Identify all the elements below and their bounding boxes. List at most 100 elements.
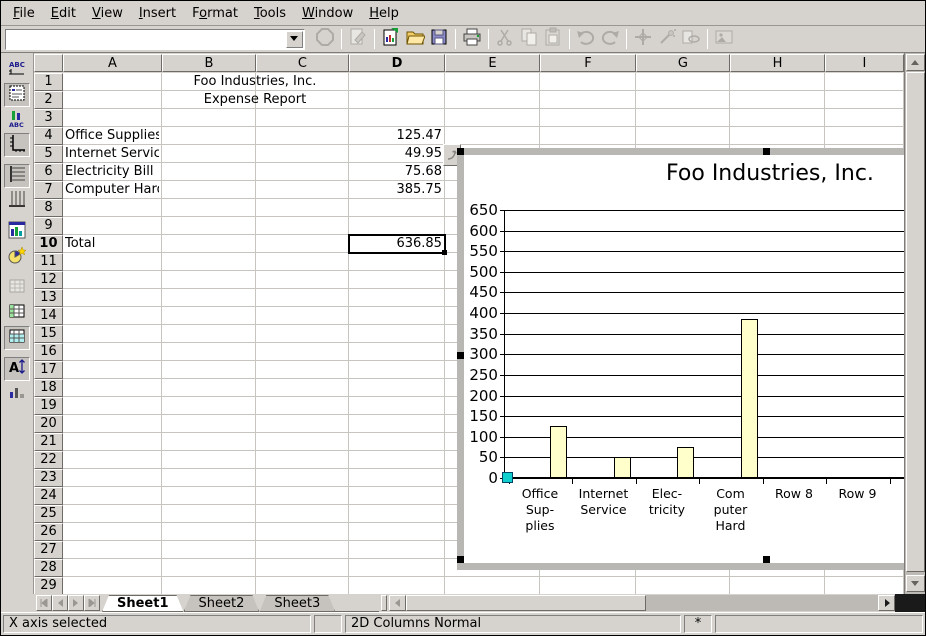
chart-y-axis[interactable]	[504, 210, 505, 478]
row-header-14[interactable]: 14	[34, 307, 63, 325]
chart-bar[interactable]	[614, 457, 631, 478]
spreadsheet-grid[interactable]: ABCDEFGHI1234567891011121314151617181920…	[34, 53, 904, 594]
print-button[interactable]	[460, 28, 484, 50]
row-header-10[interactable]: 10	[34, 235, 63, 253]
row-header-17[interactable]: 17	[34, 361, 63, 379]
horizontal-scroll-thumb[interactable]	[406, 595, 646, 611]
column-header-D[interactable]: D	[349, 54, 445, 72]
column-header-A[interactable]: A	[63, 54, 162, 72]
scroll-down-button[interactable]	[906, 575, 925, 592]
open-button[interactable]	[403, 28, 427, 50]
row-header-1[interactable]: 1	[34, 73, 63, 91]
chart-selection-handle-bottom-left[interactable]	[457, 556, 464, 563]
show-axes-button[interactable]	[4, 133, 30, 157]
row-header-15[interactable]: 15	[34, 325, 63, 343]
row-header-12[interactable]: 12	[34, 271, 63, 289]
column-header-B[interactable]: B	[162, 54, 256, 72]
menu-format[interactable]: Format	[184, 3, 246, 24]
last-sheet-button[interactable]	[84, 595, 100, 611]
chart-selection-handle-top-middle[interactable]	[763, 148, 770, 155]
data-in-columns-button[interactable]	[4, 326, 30, 350]
chart-object[interactable]: Foo Industries, Inc.05010015020025030035…	[457, 148, 904, 570]
previous-sheet-button[interactable]	[52, 595, 68, 611]
sheet-tab-sheet2[interactable]: Sheet2	[184, 595, 260, 612]
row-header-28[interactable]: 28	[34, 559, 63, 577]
menu-window[interactable]: Window	[294, 3, 361, 24]
chart-legend-button[interactable]	[4, 83, 30, 107]
row-header-4[interactable]: 4	[34, 127, 63, 145]
row-header-5[interactable]: 5	[34, 145, 63, 163]
combo-dropdown-button[interactable]	[286, 31, 303, 48]
active-cell-border[interactable]	[348, 234, 446, 254]
scroll-up-button[interactable]	[906, 54, 925, 71]
cell-A10: Total	[65, 235, 159, 253]
column-header-I[interactable]: I	[825, 54, 904, 72]
row-header-11[interactable]: 11	[34, 253, 63, 271]
chart-bar[interactable]	[550, 426, 567, 478]
data-in-rows-button[interactable]	[4, 301, 30, 325]
row-header-25[interactable]: 25	[34, 505, 63, 523]
chart-bar[interactable]	[741, 319, 758, 478]
menu-insert[interactable]: Insert	[131, 3, 184, 24]
row-header-13[interactable]: 13	[34, 289, 63, 307]
chart-type-button[interactable]	[4, 245, 30, 269]
horizontal-scrollbar[interactable]	[406, 595, 878, 611]
cell-fill-handle[interactable]	[442, 250, 447, 255]
row-header-22[interactable]: 22	[34, 451, 63, 469]
tab-splitter-handle[interactable]	[381, 595, 387, 611]
axes-title-button[interactable]: ABC	[4, 108, 30, 132]
chart-title[interactable]: Foo Industries, Inc.	[666, 161, 874, 186]
scale-text-button[interactable]: A	[4, 357, 30, 381]
row-header-9[interactable]: 9	[34, 217, 63, 235]
next-sheet-button[interactable]	[68, 595, 84, 611]
row-header-21[interactable]: 21	[34, 433, 63, 451]
chart-y-tick-label: 300	[462, 345, 498, 363]
chart-selection-handle-bottom-middle[interactable]	[763, 556, 770, 563]
menu-view[interactable]: View	[84, 3, 131, 24]
chart-selection-handle-top-left[interactable]	[457, 148, 464, 155]
select-all-corner[interactable]	[34, 54, 63, 72]
row-header-16[interactable]: 16	[34, 343, 63, 361]
menu-help[interactable]: Help	[361, 3, 407, 24]
chart-bar[interactable]	[677, 447, 694, 478]
column-header-E[interactable]: E	[445, 54, 540, 72]
new-document-button[interactable]	[379, 28, 403, 50]
row-header-29[interactable]: 29	[34, 577, 63, 594]
x-axis-selected-handle[interactable]	[502, 472, 513, 483]
save-button[interactable]	[427, 28, 451, 50]
first-sheet-button[interactable]	[36, 595, 52, 611]
menu-edit[interactable]: Edit	[43, 3, 84, 24]
column-header-H[interactable]: H	[730, 54, 825, 72]
vertical-grid-button[interactable]	[4, 189, 30, 213]
row-header-26[interactable]: 26	[34, 523, 63, 541]
vertical-scroll-thumb[interactable]	[906, 72, 925, 572]
chart-title-button[interactable]: ABC	[4, 58, 30, 82]
row-header-2[interactable]: 2	[34, 91, 63, 109]
column-header-F[interactable]: F	[540, 54, 636, 72]
chart-y-tick	[500, 437, 504, 438]
hscroll-left-button[interactable]	[389, 595, 406, 611]
column-header-G[interactable]: G	[636, 54, 730, 72]
menu-file[interactable]: File	[5, 3, 43, 24]
load-url-combo[interactable]	[5, 29, 305, 50]
menu-tools[interactable]: Tools	[246, 3, 294, 24]
chart-selection-handle-left-middle[interactable]	[457, 352, 464, 359]
row-header-19[interactable]: 19	[34, 397, 63, 415]
hscroll-right-button[interactable]	[878, 595, 895, 611]
row-header-27[interactable]: 27	[34, 541, 63, 559]
row-header-7[interactable]: 7	[34, 181, 63, 199]
sheet-tab-sheet1[interactable]: Sheet1	[102, 595, 184, 612]
row-header-18[interactable]: 18	[34, 379, 63, 397]
row-header-24[interactable]: 24	[34, 487, 63, 505]
row-header-8[interactable]: 8	[34, 199, 63, 217]
horizontal-grid-button[interactable]	[4, 164, 30, 188]
row-header-3[interactable]: 3	[34, 109, 63, 127]
row-header-6[interactable]: 6	[34, 163, 63, 181]
row-header-20[interactable]: 20	[34, 415, 63, 433]
column-header-C[interactable]: C	[256, 54, 349, 72]
auto-layout-button[interactable]	[4, 382, 30, 406]
sheet-tab-sheet3[interactable]: Sheet3	[259, 595, 335, 612]
row-header-23[interactable]: 23	[34, 469, 63, 487]
chart-data-button[interactable]	[4, 220, 30, 244]
vertical-scrollbar[interactable]	[904, 53, 925, 594]
